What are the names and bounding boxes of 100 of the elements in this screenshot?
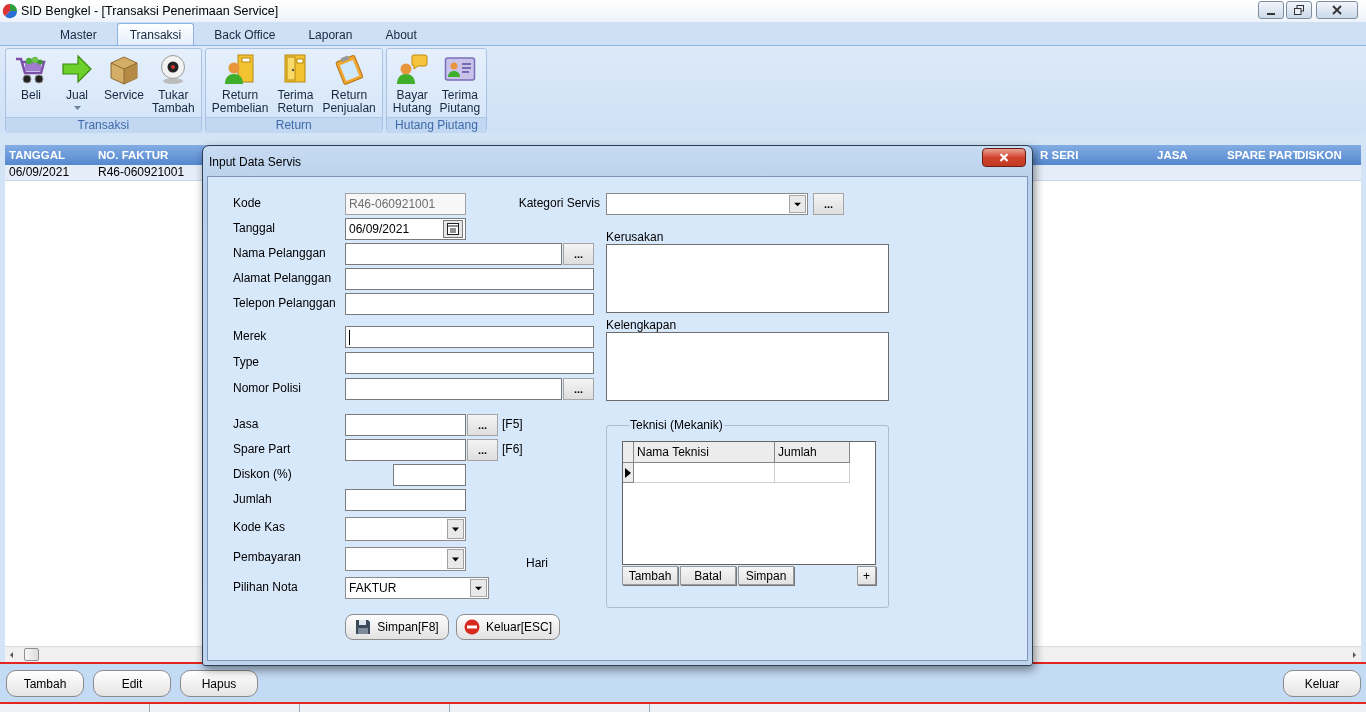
text-field[interactable] (345, 439, 466, 461)
field-label: Kategori Servis (518, 196, 600, 210)
grid-cell[interactable] (775, 463, 850, 483)
shortcut-label: [F5] (502, 417, 523, 431)
field-label: Kode Kas (233, 520, 287, 534)
ribbon-button[interactable]: Return Penjualan (320, 51, 378, 117)
ribbon-tab[interactable]: Transaksi (116, 23, 195, 45)
text-field[interactable] (345, 352, 594, 374)
text-field[interactable] (393, 464, 466, 486)
column-header: Nama Teknisi (634, 442, 775, 463)
scrollbar-thumb[interactable] (24, 648, 39, 661)
action-button[interactable]: Edit (93, 670, 171, 697)
minimize-icon (1267, 12, 1275, 15)
field-label: Alamat Pelanggan (233, 271, 333, 285)
field-label: Type (233, 355, 260, 369)
ribbon-button[interactable]: Tukar Tambah (150, 51, 197, 117)
minimize-button[interactable] (1258, 1, 1284, 19)
field-label: Jumlah (233, 492, 273, 506)
dialog-button[interactable]: Keluar[ESC] (456, 614, 560, 640)
table-cell: R46-060921001 (98, 165, 185, 180)
column-header: R SERI (1040, 149, 1079, 161)
ribbon-button[interactable]: Bayar Hutang (390, 51, 434, 117)
field-label: Nomor Polisi (233, 381, 302, 395)
unit-label: Hari (526, 556, 548, 570)
group-label: Return (205, 117, 382, 133)
field-label: Spare Part (233, 442, 292, 456)
action-button[interactable]: Keluar (1283, 670, 1361, 697)
browse-button[interactable]: ... (467, 414, 498, 436)
browse-button[interactable]: ... (563, 243, 594, 265)
person-door-icon (224, 53, 257, 85)
column-header: JASA (1157, 149, 1188, 161)
close-icon (1332, 5, 1342, 15)
grid-corner (623, 442, 634, 463)
text-field[interactable] (345, 268, 594, 290)
group-label: Transaksi (6, 117, 201, 133)
no-entry-icon (464, 619, 480, 635)
arrow-right-icon (61, 53, 93, 85)
column-header: DISKON (1297, 149, 1342, 161)
dropdown-field[interactable] (606, 193, 808, 215)
browse-button[interactable]: ... (467, 439, 498, 461)
add-button[interactable]: + (857, 566, 876, 585)
field-label: Kerusakan (606, 230, 665, 244)
grid-button[interactable]: Simpan (738, 566, 794, 585)
field-label: Tanggal (233, 221, 277, 235)
restore-icon (1294, 5, 1304, 15)
column-header: TANGGAL (9, 149, 65, 161)
ribbon-button[interactable]: Service (102, 51, 146, 117)
action-button[interactable]: Tambah (6, 670, 84, 697)
ribbon-tab[interactable]: Laporan (295, 23, 366, 45)
field-label: Pembayaran (233, 550, 303, 564)
field-label: Jasa (233, 417, 260, 431)
text-field[interactable] (345, 326, 594, 348)
restore-button[interactable] (1286, 1, 1312, 19)
ribbon-button[interactable]: Terima Piutang (437, 51, 483, 117)
column-header: NO. FAKTUR (98, 149, 169, 161)
date-field[interactable]: 06/09/2021 (345, 218, 466, 240)
text-field[interactable] (345, 293, 594, 315)
field-label: Nama Pelanggan (233, 246, 327, 260)
person-speech-icon (396, 53, 429, 85)
shortcut-label: [F6] (502, 442, 523, 456)
table-cell: 06/09/2021 (9, 165, 70, 180)
dropdown-arrow-icon[interactable] (789, 195, 806, 213)
ribbon-button[interactable]: Jual (56, 51, 98, 117)
field-label: Merek (233, 329, 268, 343)
field-label: Kelengkapan (606, 318, 678, 332)
window-title: SID Bengkel - [Transaksi Penerimaan Service] (21, 4, 279, 18)
ribbon-tab[interactable]: Master (47, 23, 110, 45)
browse-button[interactable]: ... (563, 378, 594, 400)
group-label: Hutang Piutang (386, 117, 487, 133)
dialog-button[interactable]: Simpan[F8] (345, 614, 449, 640)
group-title: Teknisi (Mekanik) (629, 418, 724, 432)
ribbon-tab[interactable]: Back Office (201, 23, 289, 45)
dropdown-field[interactable] (345, 517, 466, 541)
close-button[interactable] (982, 148, 1026, 167)
dropdown-field[interactable]: FAKTUR (345, 577, 489, 599)
grid-cell[interactable] (634, 463, 775, 483)
calendar-icon[interactable] (443, 220, 463, 238)
grid-button[interactable]: Batal (680, 566, 736, 585)
browse-button[interactable]: ... (813, 193, 844, 215)
row-header[interactable] (623, 463, 634, 483)
text-field[interactable] (345, 243, 562, 265)
ribbon-button[interactable]: Return Pembelian (209, 51, 271, 117)
text-field[interactable] (345, 489, 466, 511)
text-field[interactable] (345, 414, 466, 436)
grid-button[interactable]: Tambah (622, 566, 678, 585)
field-label: Diskon (%) (233, 467, 293, 481)
ribbon-button[interactable]: Terima Return (274, 51, 317, 117)
text-field[interactable] (345, 378, 562, 400)
close-icon (999, 153, 1009, 162)
action-button[interactable]: Hapus (180, 670, 258, 697)
field-label: Kode (233, 196, 263, 210)
dropdown-arrow-icon[interactable] (470, 579, 487, 597)
dropdown-field[interactable] (345, 547, 466, 571)
column-header: Jumlah (775, 442, 850, 463)
text-area[interactable] (606, 332, 889, 401)
field-label: Telepon Pelanggan (233, 296, 337, 310)
ribbon-tab[interactable]: About (372, 23, 430, 45)
text-area[interactable] (606, 244, 889, 313)
close-button[interactable] (1316, 1, 1358, 19)
ribbon-button[interactable]: Beli (10, 51, 52, 117)
